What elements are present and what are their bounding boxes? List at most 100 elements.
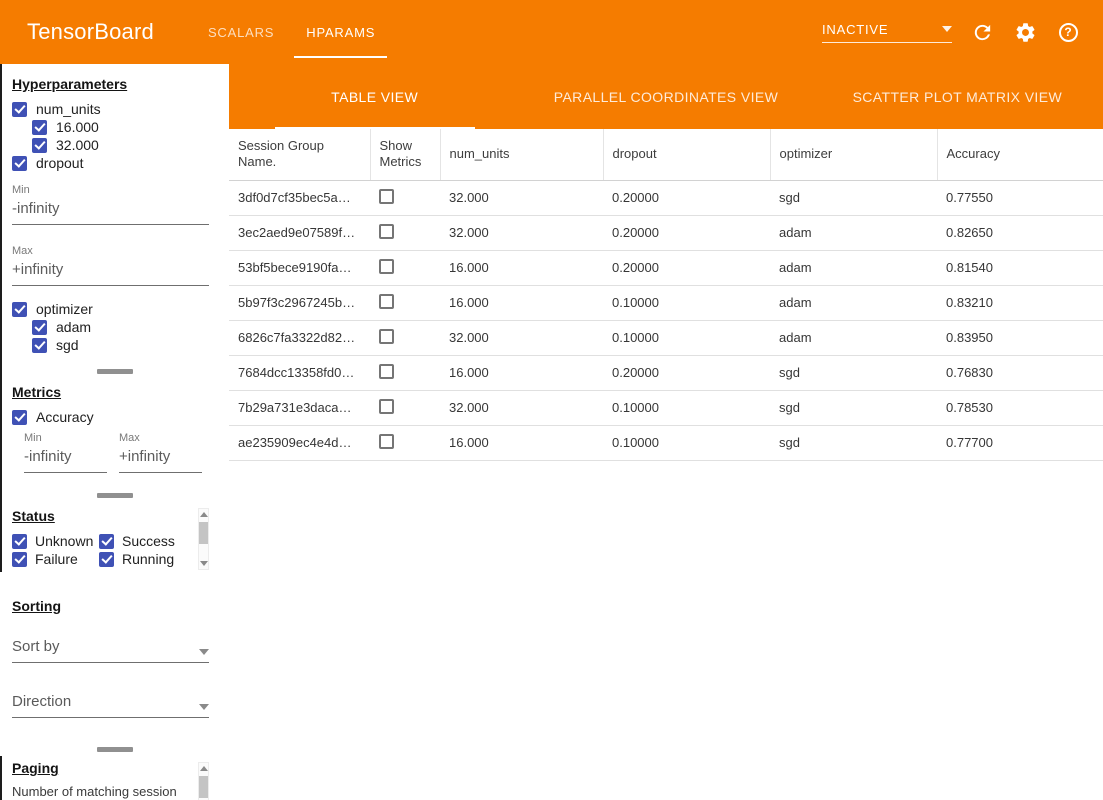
section-resize-handle[interactable] bbox=[0, 488, 229, 502]
accuracy-cell: 0.83950 bbox=[937, 320, 1103, 355]
settings-button[interactable] bbox=[1012, 19, 1038, 45]
show-metrics-checkbox[interactable] bbox=[379, 329, 394, 344]
table-header: Session Group Name. Show Metrics num_uni… bbox=[229, 129, 1103, 180]
scroll-thumb[interactable] bbox=[199, 776, 208, 798]
scroll-up-icon[interactable] bbox=[200, 512, 208, 517]
scroll-up-icon[interactable] bbox=[200, 766, 208, 771]
tab-hparams[interactable]: HPARAMS bbox=[290, 0, 391, 64]
section-resize-handle[interactable] bbox=[0, 364, 229, 378]
col-header-num-units[interactable]: num_units bbox=[440, 129, 603, 180]
col-header-accuracy[interactable]: Accuracy bbox=[937, 129, 1103, 180]
help-button[interactable]: ? bbox=[1055, 19, 1081, 45]
session-group-name-cell: 6826c7fa3322d82… bbox=[229, 320, 370, 355]
header-tabs: SCALARS HPARAMS bbox=[192, 0, 391, 64]
matching-groups-summary: Number of matching session groups: 8 bbox=[12, 784, 204, 800]
scroll-thumb[interactable] bbox=[199, 522, 208, 544]
dropout-min-input[interactable]: -infinity bbox=[12, 200, 209, 225]
accuracy-max-input[interactable]: +infinity bbox=[119, 448, 202, 473]
num-units-cell: 32.000 bbox=[440, 180, 603, 215]
table-row: 3df0d7cf35bec5a…32.0000.20000sgd0.77550 bbox=[229, 180, 1103, 215]
sort-by-dropdown[interactable]: Sort by bbox=[12, 638, 209, 663]
reload-status-value: INACTIVE bbox=[822, 22, 888, 37]
optimizer-sgd-label: sgd bbox=[56, 337, 79, 353]
session-groups-table: Session Group Name. Show Metrics num_uni… bbox=[229, 129, 1103, 461]
status-failure-item: Failure bbox=[12, 550, 99, 568]
refresh-button[interactable] bbox=[969, 19, 995, 45]
optimizer-cell: sgd bbox=[770, 390, 937, 425]
tab-table-view[interactable]: TABLE VIEW bbox=[229, 64, 520, 129]
status-running-checkbox[interactable] bbox=[99, 552, 114, 567]
direction-dropdown[interactable]: Direction bbox=[12, 693, 209, 718]
status-success-label: Success bbox=[122, 533, 175, 549]
accuracy-min-input[interactable]: -infinity bbox=[24, 448, 107, 473]
tab-scatter-plot-matrix-view[interactable]: SCATTER PLOT MATRIX VIEW bbox=[812, 64, 1103, 129]
optimizer-checkbox[interactable] bbox=[12, 302, 27, 317]
status-running-item: Running bbox=[99, 550, 192, 568]
tab-parallel-coordinates-view[interactable]: PARALLEL COORDINATES VIEW bbox=[520, 64, 811, 129]
section-resize-handle[interactable] bbox=[0, 742, 229, 756]
dropout-min-value: -infinity bbox=[12, 200, 60, 217]
optimizer-cell: sgd bbox=[770, 355, 937, 390]
drag-grip-icon bbox=[97, 369, 133, 374]
num-units-16-checkbox[interactable] bbox=[32, 120, 47, 135]
show-metrics-cell bbox=[370, 355, 440, 390]
status-scrollbar[interactable] bbox=[198, 508, 209, 570]
dropout-cell: 0.10000 bbox=[603, 390, 770, 425]
paging-scrollbar[interactable] bbox=[198, 762, 209, 800]
col-header-session-group-name[interactable]: Session Group Name. bbox=[229, 129, 370, 180]
optimizer-label: optimizer bbox=[36, 301, 93, 317]
show-metrics-checkbox[interactable] bbox=[379, 399, 394, 414]
show-metrics-cell bbox=[370, 285, 440, 320]
status-failure-checkbox[interactable] bbox=[12, 552, 27, 567]
status-section: Status Unknown Success Failure bbox=[0, 502, 229, 572]
show-metrics-checkbox[interactable] bbox=[379, 294, 394, 309]
dropout-cell: 0.20000 bbox=[603, 215, 770, 250]
session-group-name-cell: 7684dcc13358fd0… bbox=[229, 355, 370, 390]
reload-status-dropdown[interactable]: INACTIVE bbox=[822, 22, 952, 43]
show-metrics-cell bbox=[370, 425, 440, 460]
accuracy-cell: 0.82650 bbox=[937, 215, 1103, 250]
status-title: Status bbox=[12, 508, 219, 524]
chevron-down-icon bbox=[199, 649, 209, 655]
chevron-down-icon bbox=[942, 26, 952, 32]
sidebar: Hyperparameters num_units 16.000 32.000 … bbox=[0, 64, 229, 800]
col-header-dropout[interactable]: dropout bbox=[603, 129, 770, 180]
show-metrics-checkbox[interactable] bbox=[379, 189, 394, 204]
num-units-32-checkbox[interactable] bbox=[32, 138, 47, 153]
show-metrics-cell bbox=[370, 250, 440, 285]
optimizer-sgd-checkbox[interactable] bbox=[32, 338, 47, 353]
num-units-checkbox[interactable] bbox=[12, 102, 27, 117]
show-metrics-checkbox[interactable] bbox=[379, 224, 394, 239]
scroll-down-icon[interactable] bbox=[200, 561, 208, 566]
num-units-cell: 16.000 bbox=[440, 425, 603, 460]
session-group-name-cell: 7b29a731e3daca… bbox=[229, 390, 370, 425]
show-metrics-checkbox[interactable] bbox=[379, 259, 394, 274]
status-unknown-checkbox[interactable] bbox=[12, 534, 27, 549]
direction-placeholder: Direction bbox=[12, 693, 71, 710]
num-units-cell: 16.000 bbox=[440, 250, 603, 285]
dropout-max-input[interactable]: +infinity bbox=[12, 261, 209, 286]
drag-grip-icon bbox=[97, 747, 133, 752]
accuracy-checkbox[interactable] bbox=[12, 410, 27, 425]
optimizer-cell: sgd bbox=[770, 180, 937, 215]
num-units-cell: 32.000 bbox=[440, 215, 603, 250]
table-row: 53bf5bece9190fa…16.0000.20000adam0.81540 bbox=[229, 250, 1103, 285]
dropout-checkbox[interactable] bbox=[12, 156, 27, 171]
dropout-cell: 0.20000 bbox=[603, 250, 770, 285]
session-group-name-cell: 3ec2aed9e07589f… bbox=[229, 215, 370, 250]
dropout-cell: 0.20000 bbox=[603, 355, 770, 390]
dropout-min-label: Min bbox=[12, 184, 209, 196]
show-metrics-checkbox[interactable] bbox=[379, 434, 394, 449]
accuracy-label: Accuracy bbox=[36, 409, 94, 425]
num-units-cell: 32.000 bbox=[440, 320, 603, 355]
tab-scalars[interactable]: SCALARS bbox=[192, 0, 290, 64]
optimizer-adam-label: adam bbox=[56, 319, 91, 335]
col-header-optimizer[interactable]: optimizer bbox=[770, 129, 937, 180]
accuracy-max-label: Max bbox=[119, 432, 202, 444]
num-units-32-label: 32.000 bbox=[56, 137, 99, 153]
show-metrics-checkbox[interactable] bbox=[379, 364, 394, 379]
optimizer-adam-checkbox[interactable] bbox=[32, 320, 47, 335]
show-metrics-cell bbox=[370, 320, 440, 355]
col-header-show-metrics[interactable]: Show Metrics bbox=[370, 129, 440, 180]
status-success-checkbox[interactable] bbox=[99, 534, 114, 549]
